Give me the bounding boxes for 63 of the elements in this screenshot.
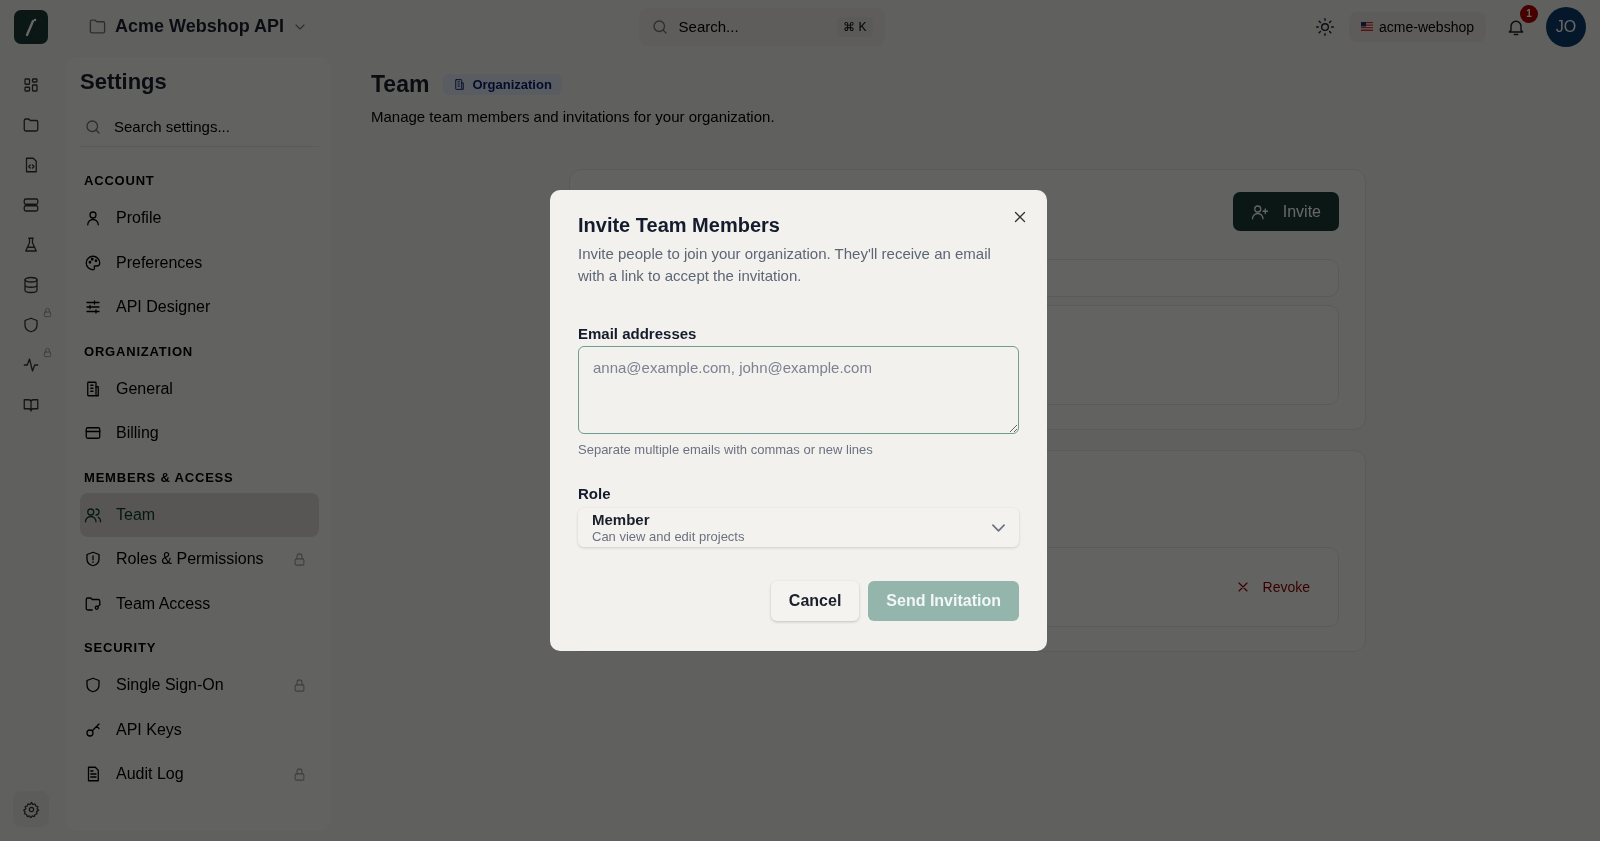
flask-icon[interactable] <box>22 236 40 254</box>
section-heading: ACCOUNT <box>83 172 156 190</box>
settings-button[interactable] <box>13 791 49 827</box>
nav-item[interactable]: General <box>80 366 319 411</box>
shortcut-hint: ⌘ K <box>837 16 873 37</box>
grid-icon[interactable] <box>22 76 40 94</box>
lock-icon <box>42 307 53 318</box>
dialog-title: Invite Team Members <box>578 214 781 237</box>
cancel-button[interactable]: Cancel <box>770 581 860 621</box>
notification-badge: 1 <box>1520 4 1538 23</box>
nav-item[interactable]: Audit Log <box>80 752 319 797</box>
sun-icon[interactable] <box>1315 16 1336 37</box>
nav-item[interactable]: Roles & Permissions <box>80 537 319 582</box>
shield-icon <box>84 676 102 695</box>
page-title: Team <box>371 71 430 98</box>
revoke-button[interactable]: Revoke <box>1234 579 1310 595</box>
section-heading: MEMBERS & ACCESS <box>83 468 235 487</box>
email-input[interactable]: anna@example.com, john@example.com <box>578 346 1019 434</box>
nav-item[interactable]: Billing <box>80 411 319 456</box>
palette-icon <box>84 253 102 272</box>
nav-item[interactable]: Preferences <box>80 240 319 285</box>
folder-icon <box>88 17 107 36</box>
book-icon[interactable] <box>22 396 40 414</box>
users-icon <box>84 505 102 524</box>
dialog-description: Invite people to join your organization. They'll receive an email with a link to accept the invitation. <box>578 244 992 286</box>
lock-icon <box>42 347 53 358</box>
user-icon <box>84 209 102 228</box>
field-label: Email addresses <box>578 325 698 342</box>
nav-item[interactable]: Single Sign-On <box>80 663 319 708</box>
shield-icon[interactable] <box>22 316 40 334</box>
settings-search-field[interactable]: Search settings... <box>80 107 319 147</box>
building-icon <box>84 379 102 398</box>
section-heading: ORGANIZATION <box>83 342 195 361</box>
invite-button[interactable]: Invite <box>1232 192 1339 231</box>
folder-icon <box>84 594 102 613</box>
nav-item[interactable]: Team <box>80 492 319 537</box>
section-heading: SECURITY <box>83 639 158 657</box>
nav-item[interactable]: API Designer <box>80 285 319 330</box>
panel-title: Settings <box>80 69 168 95</box>
workspace-selector[interactable]: acme-webshop <box>1349 11 1486 42</box>
user-avatar[interactable]: JO <box>1546 6 1586 47</box>
project-switcher[interactable]: Acme Webshop API <box>88 16 309 37</box>
folder-icon[interactable] <box>22 116 40 134</box>
nav-item[interactable]: Team Access <box>80 581 319 626</box>
shield-alert-icon <box>84 550 102 569</box>
activity-icon[interactable] <box>22 356 40 374</box>
field-label: Role <box>578 485 612 502</box>
search-icon <box>650 17 669 36</box>
database-icon[interactable] <box>22 276 40 294</box>
role-select[interactable]: Member Can view and edit projects <box>578 508 1019 547</box>
search-icon <box>84 117 102 136</box>
settings-icon <box>22 800 40 818</box>
app-logo[interactable] <box>14 9 48 44</box>
page-description: Manage team members and invitations for your organization. <box>371 108 776 125</box>
nav-item[interactable]: Profile <box>80 196 319 241</box>
nav-item[interactable]: API Keys <box>80 707 319 752</box>
scope-badge: Organization <box>443 74 562 95</box>
server-icon[interactable] <box>22 196 40 214</box>
building-icon <box>453 78 467 91</box>
field-hint: Separate multiple emails with commas or new lines <box>578 442 874 457</box>
chevron-down-icon <box>992 523 1005 532</box>
user-plus-icon <box>1250 202 1269 221</box>
flag-icon <box>1361 22 1374 31</box>
